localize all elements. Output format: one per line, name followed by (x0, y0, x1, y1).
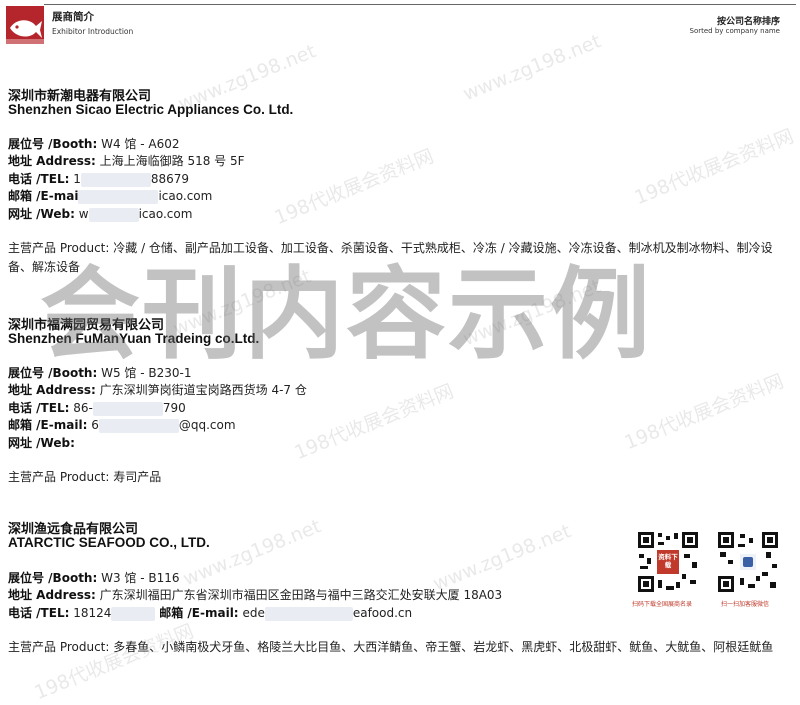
sort-label-en: Sorted by company name (689, 27, 780, 35)
products-row: 主营产品 Product: 寿司产品 (8, 470, 162, 484)
watermark-sample: 会刊内容示例 (40, 256, 652, 373)
qr-caption: 扫码下载全国展商名录 (632, 601, 693, 608)
redaction (264, 606, 353, 621)
watermark-text: 198代收展会资料网 (271, 145, 437, 230)
redaction (98, 418, 179, 433)
redaction (80, 172, 151, 187)
web-row: 网址 /Web: (8, 436, 75, 450)
address-row: 地址 Address: 上海上海临御路 518 号 5F (8, 154, 245, 168)
redaction (88, 207, 139, 222)
sort-label: 按公司名称排序 (716, 17, 780, 27)
email-row: 邮箱 /E-mail: 6 @qq.com (8, 418, 236, 433)
header-rule (44, 4, 796, 5)
section-subtitle: Exhibitor Introduction (52, 27, 134, 36)
watermark-text: 198代收展会资料网 (291, 380, 457, 465)
address-row: 地址 Address: 广东深圳笋岗街道宝岗路西货场 4-7 仓 (8, 383, 307, 397)
watermark-text: 198代收展会资料网 (631, 125, 797, 210)
products-row: 主营产品 Product: 多春鱼、小鳞南极犬牙鱼、格陵兰大比目鱼、大西洋鲭鱼、… (8, 640, 774, 654)
email-row: 邮箱 /E-mai icao.com (8, 189, 213, 204)
tel-row: 电话 /TEL: 86- 790 (8, 401, 186, 416)
booth-row: 展位号 /Booth: W4 馆 - A602 (8, 137, 180, 151)
watermark-url: www.zg198.net (430, 520, 575, 596)
watermark-url: www.zg198.net (180, 515, 325, 591)
redaction (78, 189, 159, 204)
redaction (111, 606, 156, 621)
page-header: 展商简介 Exhibitor Introduction 按公司名称排序 Sort… (0, 0, 800, 48)
tel-row: 电话 /TEL: 1 88679 (8, 172, 190, 187)
redaction (92, 401, 163, 416)
company-name-en: Shenzhen Sicao Electric Appliances Co. L… (8, 102, 294, 117)
qr-code-icon[interactable] (716, 530, 780, 594)
address-row: 地址 Address: 广东深圳福田广东省深圳市福田区金田路与福中三路交汇处安联… (8, 588, 503, 602)
booth-row: 展位号 /Booth: W3 馆 - B116 (8, 571, 180, 585)
qr-caption: 扫一扫加客服微信 (721, 601, 770, 608)
watermark-text: 198代收展会资料网 (621, 370, 787, 455)
fish-logo-icon (6, 6, 44, 44)
web-row: 网址 /Web: w icao.com (8, 207, 193, 222)
watermark-text: 198代收展会资料网 (31, 620, 197, 705)
tel-email-row: 电话 /TEL: 18124 邮箱 /E-mail: ede eafood.cn (8, 606, 413, 621)
company-name-en: ATARCTIC SEAFOOD CO., LTD. (8, 535, 210, 550)
section-title: 展商简介 (52, 11, 94, 23)
qr-badge: 资料下载 (658, 553, 678, 569)
